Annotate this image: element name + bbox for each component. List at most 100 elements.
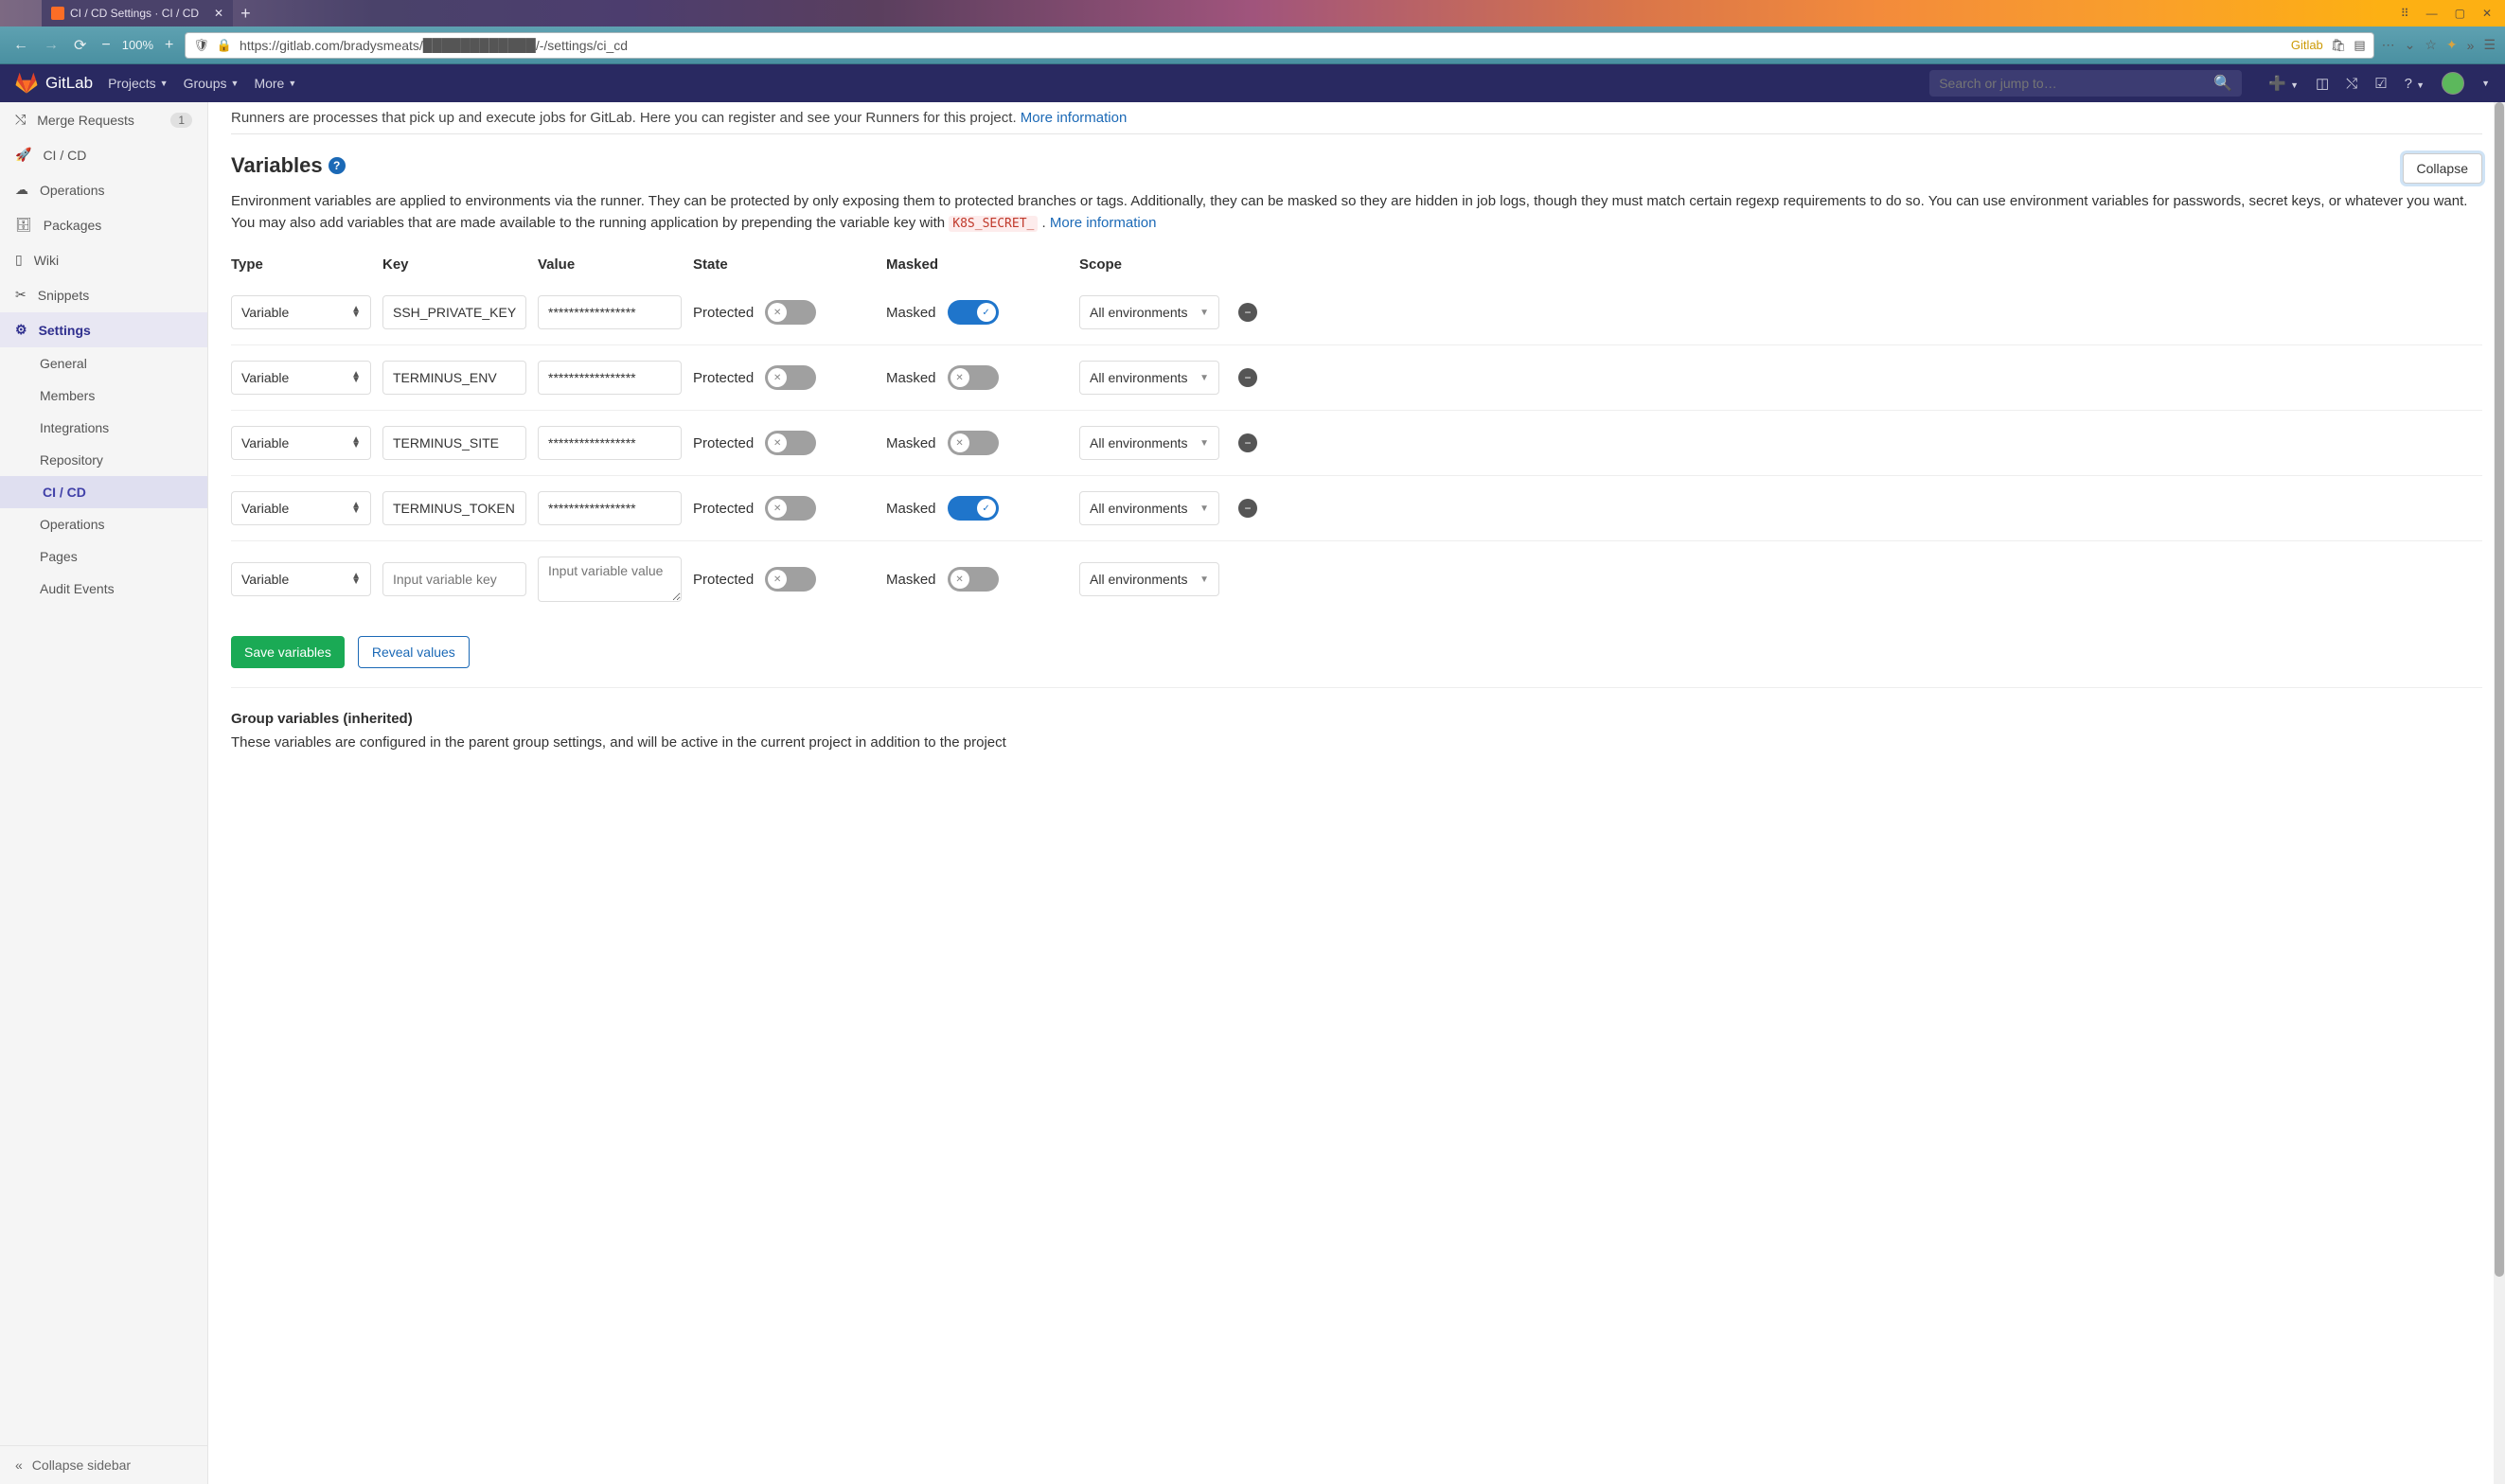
type-select[interactable]: Variable▲▼ (231, 491, 371, 525)
key-input[interactable] (382, 562, 526, 596)
remove-button[interactable]: − (1238, 499, 1257, 518)
key-input[interactable]: TERMINUS_ENV (382, 361, 526, 395)
header-state: State (693, 256, 875, 273)
gitlab-search[interactable]: 🔍 (1929, 70, 2242, 97)
masked-toggle[interactable]: ✕ (948, 365, 999, 390)
help-icon[interactable]: ? (329, 157, 346, 174)
type-select[interactable]: Variable▲▼ (231, 361, 371, 395)
remove-button[interactable]: − (1238, 303, 1257, 322)
remove-button[interactable]: − (1238, 368, 1257, 387)
scope-select[interactable]: All environments▼ (1079, 295, 1219, 329)
value-input[interactable]: ***************** (538, 361, 682, 395)
address-bar[interactable]: 🛡 🔒 Gitlab 🛍 ▤ (185, 32, 2373, 59)
sidebar-item-snippets[interactable]: ✂ Snippets (0, 277, 207, 312)
protected-toggle[interactable]: ✕ (765, 300, 816, 325)
merge-requests-icon[interactable]: ⤭ (2346, 76, 2357, 92)
sidebar-sub-operations[interactable]: Operations (0, 508, 207, 540)
protected-toggle[interactable]: ✕ (765, 431, 816, 455)
sidebar-item-cicd[interactable]: 🚀 CI / CD (0, 137, 207, 172)
type-select[interactable]: Variable▲▼ (231, 295, 371, 329)
lock-icon[interactable]: 🔒 (217, 38, 232, 53)
sidebar-sub-pages[interactable]: Pages (0, 540, 207, 573)
window-maximize-icon[interactable]: ▢ (2455, 7, 2465, 20)
scrollbar-thumb[interactable] (2495, 102, 2504, 1277)
pocket-icon[interactable]: ⌄ (2405, 37, 2416, 53)
remove-button[interactable]: − (1238, 433, 1257, 452)
sidebar-item-operations[interactable]: ☁ Operations (0, 172, 207, 207)
gitlab-logo[interactable]: GitLab (15, 72, 93, 95)
key-input[interactable]: TERMINUS_SITE (382, 426, 526, 460)
protected-toggle[interactable]: ✕ (765, 365, 816, 390)
sidebar-sub-integrations[interactable]: Integrations (0, 412, 207, 444)
help-icon[interactable]: ? ▼ (2405, 76, 2425, 92)
scope-select[interactable]: All environments▼ (1079, 361, 1219, 395)
save-variables-button[interactable]: Save variables (231, 636, 345, 668)
zoom-out-button[interactable]: − (98, 35, 114, 56)
sidebar-item-merge-requests[interactable]: ⤭ Merge Requests 1 (0, 102, 207, 137)
search-input[interactable] (1939, 76, 2213, 91)
forward-button[interactable]: → (40, 35, 62, 56)
tab-close-icon[interactable]: ✕ (214, 7, 223, 20)
window-close-icon[interactable]: ✕ (2482, 7, 2492, 20)
reload-button[interactable]: ⟳ (70, 34, 90, 57)
value-input[interactable] (538, 556, 682, 602)
scrollbar[interactable] (2494, 102, 2505, 1484)
action-buttons: Save variables Reveal values (231, 636, 2482, 688)
sidebar-sub-audit-events[interactable]: Audit Events (0, 573, 207, 605)
page-actions-icon[interactable]: ⋯ (2382, 37, 2395, 53)
browser-tab[interactable]: CI / CD Settings · CI / CD ✕ (42, 0, 233, 26)
value-input[interactable]: ***************** (538, 426, 682, 460)
sidebar-item-wiki[interactable]: ▯ Wiki (0, 242, 207, 277)
value-input[interactable]: ***************** (538, 491, 682, 525)
user-menu-caret[interactable]: ▼ (2481, 79, 2490, 88)
hamburger-menu-icon[interactable]: ☰ (2483, 37, 2496, 53)
new-tab-button[interactable]: + (240, 4, 251, 24)
overflow-icon[interactable]: » (2467, 38, 2475, 53)
tracking-shield-icon[interactable]: 🛡 (193, 38, 209, 53)
key-input[interactable]: SSH_PRIVATE_KEY (382, 295, 526, 329)
protected-toggle[interactable]: ✕ (765, 496, 816, 521)
scope-select[interactable]: All environments▼ (1079, 491, 1219, 525)
scope-select[interactable]: All environments▼ (1079, 426, 1219, 460)
collapse-sidebar-button[interactable]: « Collapse sidebar (0, 1445, 207, 1484)
masked-toggle[interactable]: ✓ (948, 300, 999, 325)
sidebar-sub-members[interactable]: Members (0, 380, 207, 412)
bookmark-star-icon[interactable]: ☆ (2425, 37, 2437, 53)
extensions-icon[interactable]: ✦ (2446, 37, 2458, 53)
todos-icon[interactable]: ☑ (2374, 75, 2387, 92)
sidebar-sub-repository[interactable]: Repository (0, 444, 207, 476)
masked-toggle[interactable]: ✓ (948, 496, 999, 521)
runners-more-info-link[interactable]: More information (1021, 110, 1128, 126)
protected-toggle[interactable]: ✕ (765, 567, 816, 592)
type-select[interactable]: Variable▲▼ (231, 562, 371, 596)
sidebar-item-packages[interactable]: 🗄 Packages (0, 207, 207, 242)
sidebar-sub-cicd[interactable]: CI / CD (0, 476, 207, 508)
type-select[interactable]: Variable▲▼ (231, 426, 371, 460)
nav-projects[interactable]: Projects▼ (108, 76, 169, 91)
zoom-in-button[interactable]: + (161, 35, 177, 56)
gitlab-navbar: GitLab Projects▼ Groups▼ More▼ 🔍 ➕ ▼ ◫ ⤭… (0, 64, 2505, 102)
variables-more-info-link[interactable]: More information (1050, 215, 1157, 231)
user-avatar[interactable] (2442, 72, 2464, 95)
plus-icon[interactable]: ➕ ▼ (2268, 75, 2299, 92)
key-input[interactable]: TERMINUS_TOKEN (382, 491, 526, 525)
masked-toggle[interactable]: ✕ (948, 567, 999, 592)
url-input[interactable] (240, 38, 2283, 53)
sidebar-sub-general[interactable]: General (0, 347, 207, 380)
collapse-button[interactable]: Collapse (2403, 153, 2482, 184)
reveal-values-button[interactable]: Reveal values (358, 636, 470, 668)
window-minimize-icon[interactable]: — (2426, 7, 2438, 20)
variables-description: Environment variables are applied to env… (231, 191, 2482, 234)
nav-groups[interactable]: Groups▼ (184, 76, 240, 91)
reader-mode-icon[interactable]: ▤ (2354, 38, 2365, 53)
issues-icon[interactable]: ◫ (2316, 75, 2329, 92)
scope-select[interactable]: All environments▼ (1079, 562, 1219, 596)
masked-toggle[interactable]: ✕ (948, 431, 999, 455)
back-button[interactable]: ← (9, 35, 32, 56)
bag-icon[interactable]: 🛍 (2331, 38, 2347, 53)
sidebar-item-settings[interactable]: ⚙ Settings (0, 312, 207, 347)
app-menu-icon[interactable]: ⠿ (2401, 7, 2409, 20)
value-input[interactable]: ***************** (538, 295, 682, 329)
nav-more[interactable]: More▼ (254, 76, 296, 91)
search-icon[interactable]: 🔍 (2213, 74, 2232, 93)
